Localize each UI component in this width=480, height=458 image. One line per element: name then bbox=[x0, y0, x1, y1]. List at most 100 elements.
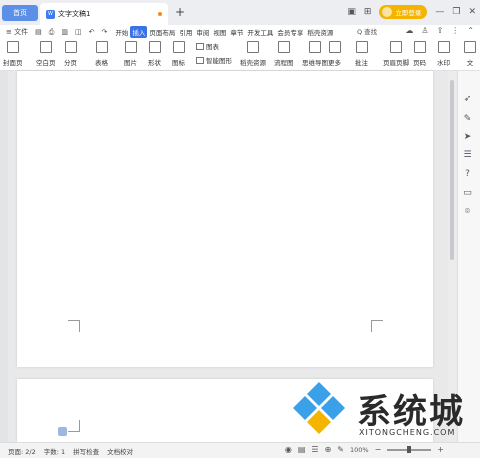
zoom-slider-knob[interactable] bbox=[407, 445, 412, 453]
ribbon-item-1-icon bbox=[39, 41, 52, 53]
ribbon-item-14-icon bbox=[390, 41, 402, 53]
ribbon-button-0[interactable]: 封面页 bbox=[3, 41, 23, 67]
ribbon-item-label: 页眉页脚 bbox=[383, 59, 409, 67]
tab-9[interactable]: 稻壳资源 bbox=[305, 26, 335, 38]
ribbon-item-label: 水印 bbox=[437, 59, 450, 67]
ribbon-button-3[interactable]: 表格 bbox=[95, 41, 108, 67]
ribbon-item-label: 文 bbox=[466, 59, 474, 67]
ribbon-button-16[interactable]: 水印 bbox=[437, 41, 450, 67]
ribbon-button-14[interactable]: 页眉页脚 bbox=[383, 41, 409, 67]
web-view-icon[interactable]: ⊕ bbox=[325, 445, 332, 454]
ribbon-button-11[interactable]: 思维导图 bbox=[302, 41, 328, 67]
zoom-level[interactable]: 100% bbox=[350, 446, 369, 454]
close-icon[interactable]: ✕ bbox=[468, 7, 476, 17]
ribbon-item-15-icon bbox=[413, 41, 426, 53]
ribbon-button-12[interactable]: 更多 bbox=[328, 41, 341, 67]
ribbon-button-2[interactable]: 分页 bbox=[64, 41, 77, 67]
new-tab-button[interactable]: + bbox=[175, 5, 185, 19]
ribbon-item-label: 分页 bbox=[64, 59, 77, 67]
outline-view-icon[interactable]: ☰ bbox=[311, 445, 318, 454]
share-icon[interactable]: ⇪ bbox=[437, 26, 444, 35]
ribbon-item-label: 图片 bbox=[124, 59, 137, 67]
insert-ribbon: 封面页 空白页 分页 表格 图片 形状 图标 图表智能图形 稻壳资源 流程图 思维导图 更多 批注 页眉页… bbox=[0, 39, 480, 71]
menu-right-tools: ☁ ♙ ⇪ ⋮ ⌃ bbox=[405, 26, 474, 35]
login-button[interactable]: 立即登录 bbox=[379, 5, 428, 19]
ribbon-button-1[interactable]: 空白页 bbox=[36, 41, 56, 67]
proofread-button[interactable]: 文档校对 bbox=[107, 446, 133, 456]
rocket-icon[interactable]: ➶ bbox=[462, 93, 473, 104]
ribbon-item-label: 批注 bbox=[355, 59, 368, 67]
tab-7[interactable]: 开发工具 bbox=[245, 26, 275, 38]
zoom-slider[interactable] bbox=[387, 445, 432, 453]
ribbon-button-17[interactable]: 文 bbox=[464, 41, 476, 67]
restore-icon[interactable]: ❐ bbox=[452, 7, 460, 17]
ribbon-item-label: 流程图 bbox=[274, 59, 294, 67]
home-tab[interactable]: 首页 bbox=[2, 5, 38, 21]
tab-0[interactable]: 开始 bbox=[113, 26, 130, 38]
margin-corner-bottom-left bbox=[68, 320, 80, 332]
cloud-sync-icon[interactable]: ☁ bbox=[405, 26, 413, 35]
ribbon-item-16-icon bbox=[437, 41, 450, 53]
tab-6[interactable]: 章节 bbox=[228, 26, 245, 38]
apps-grid-icon[interactable]: ⊞ bbox=[364, 7, 372, 17]
collaborate-icon[interactable]: ♙ bbox=[421, 26, 428, 35]
margin-corner-top-left bbox=[68, 420, 80, 432]
file-menu[interactable]: ≡ 文件 bbox=[6, 27, 28, 37]
ribbon-button-5[interactable]: 形状 bbox=[148, 41, 161, 67]
ribbon-button-15[interactable]: 页码 bbox=[413, 41, 426, 67]
backup-icon[interactable]: ▭ bbox=[462, 187, 473, 198]
print-icon[interactable]: ▥ bbox=[61, 28, 68, 36]
writer-doc-icon: W bbox=[46, 9, 55, 19]
ribbon-button-6[interactable]: 图标 bbox=[172, 41, 185, 67]
save-icon[interactable]: ▤ bbox=[35, 28, 42, 36]
tab-3[interactable]: 引用 bbox=[177, 26, 194, 38]
tab-2[interactable]: 页面布局 bbox=[147, 26, 177, 38]
ribbon-item-label: 稻壳资源 bbox=[240, 59, 266, 67]
status-bar: 页面: 2/2 字数: 1 拼写检查 文档校对 ◉ ▤ ☰ ⊕ ✎ 100% −… bbox=[0, 442, 480, 458]
zoom-out-icon[interactable]: − bbox=[375, 445, 382, 454]
layout-icon[interactable]: ▣ bbox=[347, 7, 356, 17]
tab-8[interactable]: 会员专享 bbox=[275, 26, 305, 38]
tab-4[interactable]: 审阅 bbox=[194, 26, 211, 38]
pen-icon[interactable]: ✎ bbox=[462, 113, 473, 124]
tab-1[interactable]: 插入 bbox=[130, 26, 148, 38]
more-icon[interactable]: ⋮ bbox=[451, 26, 459, 35]
zoom-in-icon[interactable]: + bbox=[437, 445, 444, 454]
ribbon-button-4[interactable]: 图片 bbox=[124, 41, 137, 67]
ribbon-button-13[interactable]: 批注 bbox=[355, 41, 368, 67]
write-mode-icon[interactable]: ✎ bbox=[337, 445, 344, 454]
export-pdf-icon[interactable]: ⎙ bbox=[49, 28, 55, 37]
ribbon-button-9[interactable]: 稻壳资源 bbox=[240, 41, 266, 67]
page-count[interactable]: 页面: 2/2 bbox=[8, 446, 36, 456]
ribbon-item-label: 表格 bbox=[95, 59, 108, 67]
titlebar-right: ▣ ⊞ 立即登录 — ❐ ✕ bbox=[347, 5, 476, 19]
page-view-icon[interactable]: ▤ bbox=[298, 445, 306, 454]
scrollbar-thumb[interactable] bbox=[450, 80, 454, 260]
document-tab[interactable]: W 文字文稿1 bbox=[40, 3, 168, 25]
quick-access: ≡ 文件 ▤ ⎙ ▥ ◫ ↶ ↷ bbox=[0, 27, 107, 37]
ribbon-item-4-icon bbox=[124, 41, 137, 53]
document-page-1[interactable] bbox=[17, 71, 433, 367]
preview-icon[interactable]: ◫ bbox=[75, 28, 82, 36]
collapse-ribbon-icon[interactable]: ⌃ bbox=[467, 26, 474, 35]
ribbon-item-3-icon bbox=[95, 41, 108, 53]
ribbon-button-7[interactable]: 图表 bbox=[196, 41, 219, 51]
ribbon-item-2-icon bbox=[64, 41, 77, 53]
page-layout-icon[interactable] bbox=[58, 427, 67, 436]
ribbon-item-11-icon bbox=[309, 41, 321, 53]
undo-icon[interactable]: ↶ bbox=[89, 28, 95, 36]
redo-icon[interactable]: ↷ bbox=[101, 28, 107, 36]
search-button[interactable]: Q 查找 bbox=[357, 26, 377, 36]
minimize-icon[interactable]: — bbox=[435, 7, 444, 17]
word-count[interactable]: 字数: 1 bbox=[44, 446, 65, 456]
help-icon[interactable]: ? bbox=[462, 168, 473, 179]
ribbon-button-8[interactable]: 智能图形 bbox=[196, 55, 232, 65]
adjust-icon[interactable]: ☰ bbox=[462, 149, 473, 160]
ribbon-button-10[interactable]: 流程图 bbox=[274, 41, 294, 67]
location-icon[interactable]: ⌾ bbox=[462, 206, 473, 217]
spell-check-button[interactable]: 拼写检查 bbox=[73, 446, 99, 456]
menu-tabs: 开始 插入 页面布局 引用 审阅 视图 章节 开发工具 会员专享 稻壳资源 bbox=[113, 26, 335, 38]
eye-protection-icon[interactable]: ◉ bbox=[285, 445, 292, 454]
tab-5[interactable]: 视图 bbox=[211, 26, 228, 38]
cursor-icon[interactable]: ➤ bbox=[462, 131, 473, 142]
